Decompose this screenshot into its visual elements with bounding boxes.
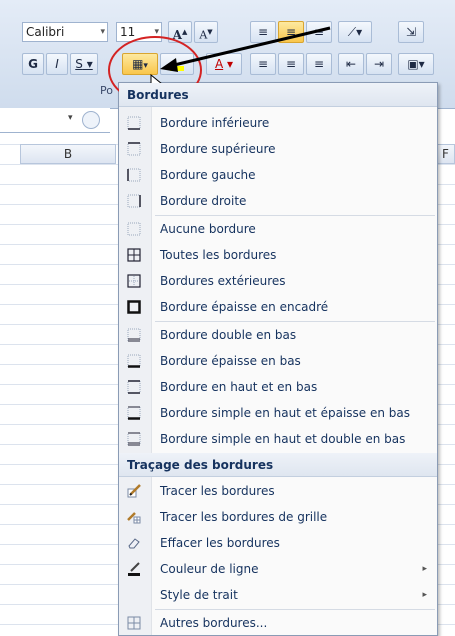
menu-item-label: Bordure simple en haut et épaisse en bas bbox=[160, 406, 411, 420]
menu-item-bordure-simple-haut-epaisse-bas[interactable]: Bordure simple en haut et épaisse en bas bbox=[119, 400, 437, 426]
menu-item-bordure-haut-et-bas[interactable]: Bordure en haut et en bas bbox=[119, 374, 437, 400]
menu-item-label: Bordure droite bbox=[160, 194, 247, 208]
menu-item-label: Bordure en haut et en bas bbox=[160, 380, 318, 394]
border-top-icon bbox=[127, 142, 141, 156]
menu-item-bordure-epaisse-en-bas[interactable]: Bordure épaisse en bas bbox=[119, 348, 437, 374]
name-box[interactable]: ▾ bbox=[0, 108, 110, 133]
bottom-double-border-icon bbox=[127, 328, 141, 342]
outside-borders-icon bbox=[127, 274, 141, 288]
menu-item-tracer-bordures[interactable]: Tracer les bordures bbox=[119, 478, 437, 504]
menu-item-label: Bordures extérieures bbox=[160, 274, 286, 288]
menu-item-bordure-superieure[interactable]: Bordure supérieure bbox=[119, 136, 437, 162]
menu-item-effacer-bordures[interactable]: Effacer les bordures bbox=[119, 530, 437, 556]
chevron-down-icon[interactable]: ▾ bbox=[100, 23, 105, 41]
borders-dropdown-menu: Bordures Bordure inférieure Bordure supé… bbox=[118, 82, 438, 636]
menu-item-label: Bordure inférieure bbox=[160, 116, 270, 130]
chevron-down-icon[interactable]: ▾ bbox=[68, 113, 73, 123]
menu-item-autres-bordures[interactable]: Autres bordures... bbox=[119, 610, 437, 636]
border-bottom-icon bbox=[127, 116, 141, 130]
font-group-label: Po bbox=[100, 84, 113, 97]
top-double-bottom-border-icon bbox=[127, 432, 141, 446]
merge-center-button[interactable]: ▣▾ bbox=[398, 53, 434, 75]
underline-button[interactable]: S ▾ bbox=[70, 53, 98, 75]
menu-item-bordure-simple-haut-double-bas[interactable]: Bordure simple en haut et double en bas bbox=[119, 426, 437, 452]
menu-item-label: Bordure double en bas bbox=[160, 328, 297, 342]
menu-header-drawing: Traçage des bordures bbox=[119, 453, 437, 477]
border-right-icon bbox=[127, 194, 141, 208]
menu-item-label: Tracer les bordures bbox=[160, 484, 275, 498]
font-name-combo[interactable]: Calibri ▾ bbox=[22, 22, 108, 42]
align-top-button[interactable]: ≡ bbox=[250, 21, 276, 43]
menu-item-label: Bordure épaisse en bas bbox=[160, 354, 301, 368]
all-borders-icon bbox=[127, 248, 141, 262]
menu-item-label: Bordure supérieure bbox=[160, 142, 276, 156]
align-right-button[interactable]: ≡ bbox=[306, 53, 332, 75]
menu-item-label: Aucune bordure bbox=[160, 222, 256, 236]
orientation-button[interactable]: ⟋▾ bbox=[338, 21, 372, 43]
chevron-right-icon: ▸ bbox=[422, 590, 427, 600]
menu-item-toutes-les-bordures[interactable]: Toutes les bordures bbox=[119, 242, 437, 268]
menu-item-label: Style de trait bbox=[160, 588, 238, 602]
menu-item-label: Bordure simple en haut et double en bas bbox=[160, 432, 406, 446]
menu-item-label: Couleur de ligne bbox=[160, 562, 259, 576]
menu-item-label: Toutes les bordures bbox=[160, 248, 277, 262]
shrink-font-button[interactable]: A▼ bbox=[194, 21, 218, 43]
menu-item-bordure-droite[interactable]: Bordure droite bbox=[119, 188, 437, 214]
menu-item-bordure-epaisse-encadre[interactable]: Bordure épaisse en encadré bbox=[119, 294, 437, 320]
font-name-value: Calibri bbox=[26, 25, 65, 39]
chevron-right-icon: ▸ bbox=[422, 564, 427, 574]
wrap-text-button[interactable]: ⇲ bbox=[398, 21, 424, 43]
menu-item-style-de-trait[interactable]: Style de trait ▸ bbox=[119, 582, 437, 608]
menu-item-aucune-bordure[interactable]: Aucune bordure bbox=[119, 216, 437, 242]
bold-button[interactable]: G bbox=[22, 53, 44, 75]
font-color-button[interactable]: A ▾ bbox=[206, 53, 242, 75]
menu-item-bordure-double-en-bas[interactable]: Bordure double en bas bbox=[119, 322, 437, 348]
border-left-icon bbox=[127, 168, 141, 182]
thick-box-border-icon bbox=[127, 300, 141, 314]
more-borders-icon bbox=[127, 616, 141, 630]
menu-item-label: Bordure gauche bbox=[160, 168, 256, 182]
column-header-b[interactable]: B bbox=[20, 144, 116, 164]
increase-indent-button[interactable]: ⇥ bbox=[366, 53, 392, 75]
top-thick-bottom-border-icon bbox=[127, 406, 141, 420]
no-border-icon bbox=[127, 222, 141, 236]
italic-button[interactable]: I bbox=[46, 53, 68, 75]
align-left-button[interactable]: ≡ bbox=[250, 53, 276, 75]
menu-item-label: Effacer les bordures bbox=[160, 536, 280, 550]
top-bottom-border-icon bbox=[127, 380, 141, 394]
menu-item-bordure-inferieure[interactable]: Bordure inférieure bbox=[119, 110, 437, 136]
menu-item-label: Bordure épaisse en encadré bbox=[160, 300, 329, 314]
menu-item-couleur-de-ligne[interactable]: Couleur de ligne ▸ bbox=[119, 556, 437, 582]
menu-item-tracer-bordures-grille[interactable]: Tracer les bordures de grille bbox=[119, 504, 437, 530]
menu-item-label: Autres bordures... bbox=[160, 616, 268, 630]
menu-item-label: Tracer les bordures de grille bbox=[160, 510, 328, 524]
thick-bottom-border-icon bbox=[127, 354, 141, 368]
draw-border-pencil-icon bbox=[127, 484, 141, 498]
column-header-f[interactable]: F bbox=[436, 144, 455, 164]
eraser-icon bbox=[128, 538, 140, 549]
formula-expand-icon[interactable] bbox=[82, 111, 100, 129]
align-center-button[interactable]: ≡ bbox=[278, 53, 304, 75]
align-middle-button[interactable]: ≡ bbox=[278, 21, 304, 43]
line-color-icon bbox=[128, 562, 140, 576]
draw-grid-pencil-icon bbox=[127, 512, 141, 524]
menu-item-bordure-gauche[interactable]: Bordure gauche bbox=[119, 162, 437, 188]
menu-header-borders: Bordures bbox=[119, 83, 437, 107]
menu-item-bordures-exterieures[interactable]: Bordures extérieures bbox=[119, 268, 437, 294]
decrease-indent-button[interactable]: ⇤ bbox=[338, 53, 364, 75]
font-size-value: 11 bbox=[120, 25, 136, 39]
align-bottom-button[interactable]: ≡ bbox=[306, 21, 332, 43]
